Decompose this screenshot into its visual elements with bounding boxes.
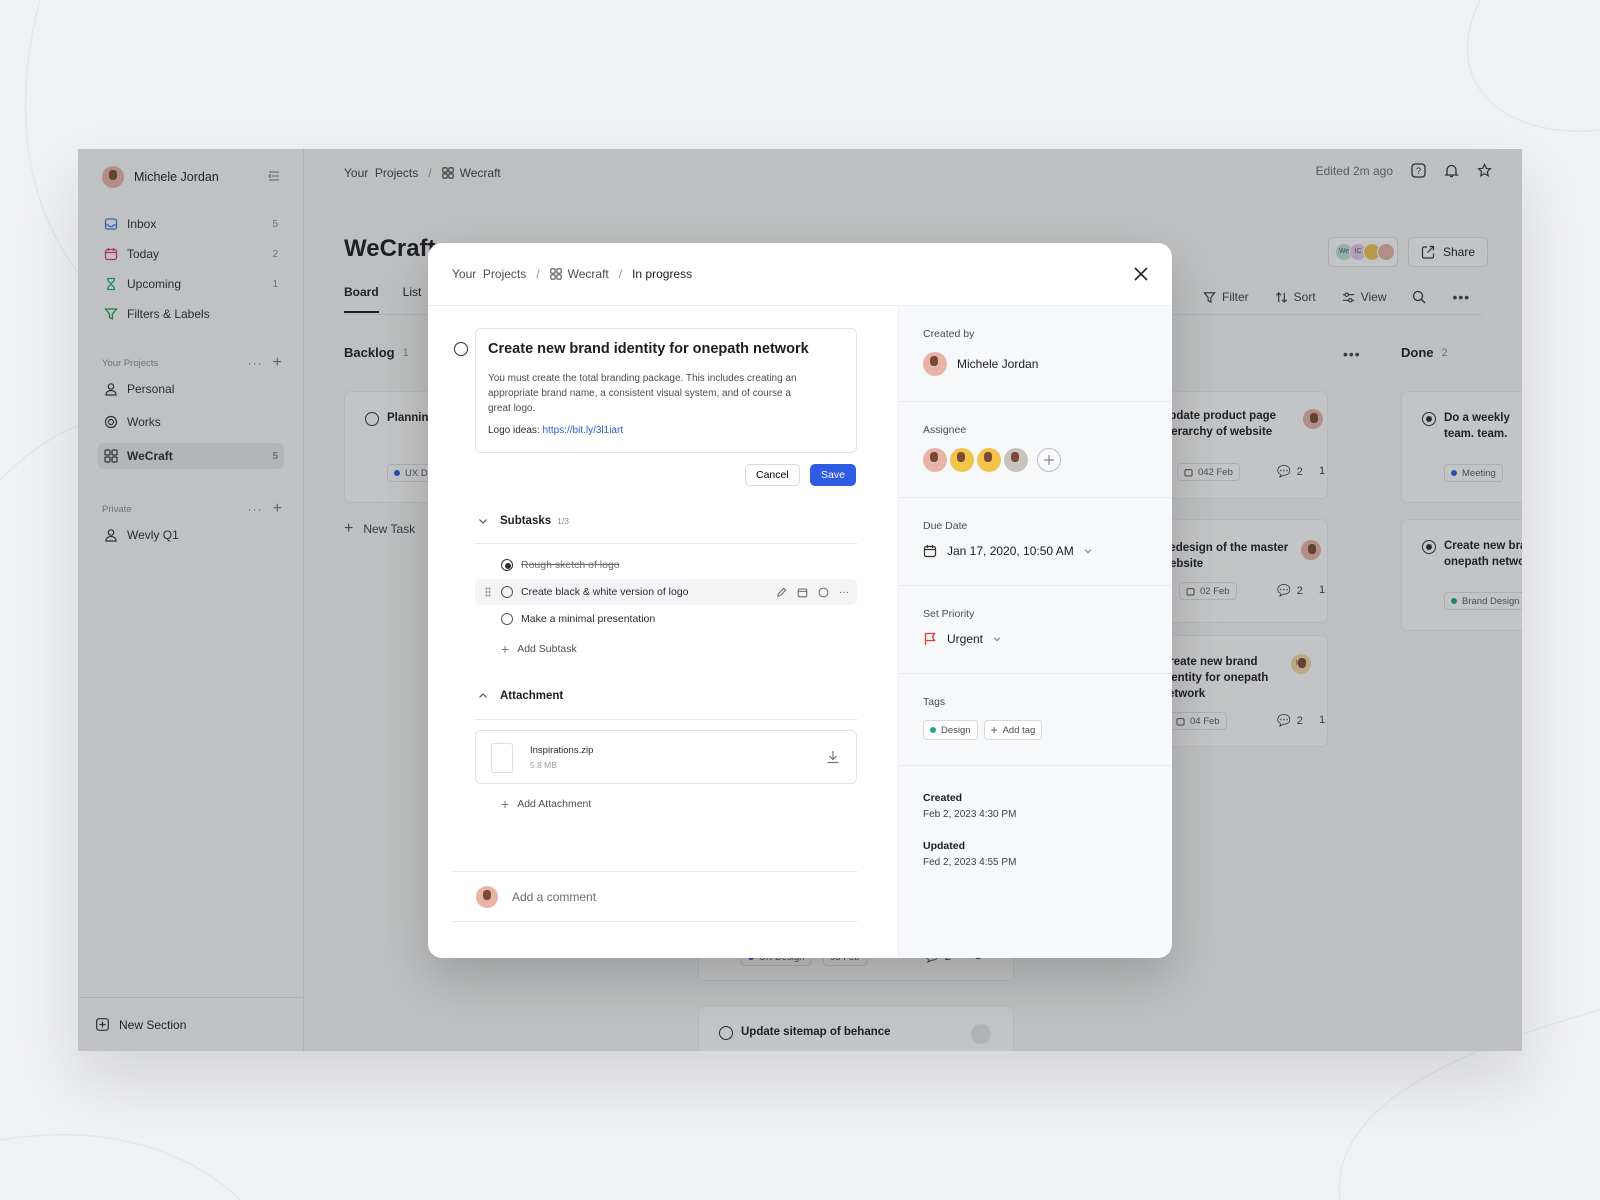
priority-value: Urgent (947, 632, 984, 646)
due-date-value: Jan 17, 2020, 10:50 AM (947, 544, 1074, 558)
comment-input[interactable]: Add a comment (452, 871, 857, 922)
calendar-icon (923, 545, 937, 558)
breadcrumb-separator: / (618, 267, 623, 281)
ideas-link[interactable]: https://bit.ly/3l1iart (543, 425, 624, 436)
creator: Michele Jordan (923, 352, 1172, 376)
updated-label: Updated (923, 840, 965, 852)
subtask-checkbox[interactable] (501, 586, 513, 598)
attachment-header[interactable]: Attachment (478, 690, 563, 702)
task-details-panel: Created by Michele Jordan Assignee Due D… (898, 306, 1172, 958)
avatar[interactable] (1004, 448, 1028, 472)
tag-dot (930, 727, 936, 733)
created-label: Created (923, 792, 963, 804)
tags-section: Tags Design + Add tag (899, 674, 1172, 766)
subtask-checkbox-done[interactable] (501, 559, 513, 571)
add-subtask-label: Add Subtask (517, 643, 577, 655)
plus-icon: + (990, 723, 998, 737)
cancel-button[interactable]: Cancel (745, 464, 800, 486)
task-detail-modal: Your Projects / Wecraft / In progress Cr… (428, 243, 1172, 958)
add-assignee-button[interactable] (1037, 448, 1061, 472)
attachment-size: 5.8 MB (530, 760, 557, 770)
subtask-item[interactable]: Rough sketch of logo (475, 552, 857, 578)
chevron-down-icon (1084, 549, 1091, 554)
due-date-label: Due Date (923, 520, 968, 532)
priority-label: Set Priority (923, 608, 975, 620)
comment-placeholder: Add a comment (512, 889, 597, 904)
subtask-label: Rough sketch of logo (521, 559, 620, 571)
comment-icon[interactable] (818, 587, 829, 598)
task-editor[interactable]: Create new brand identity for onepath ne… (475, 328, 857, 453)
divider (475, 543, 857, 544)
breadcrumb-status[interactable]: In progress (632, 267, 692, 281)
due-date-section: Due Date Jan 17, 2020, 10:50 AM (899, 498, 1172, 586)
subtask-label: Create black & white version of logo (521, 586, 689, 598)
modal-breadcrumb: Your Projects / Wecraft / In progress (428, 243, 1172, 306)
attachment-file[interactable]: Inspirations.zip 5.8 MB (475, 730, 857, 784)
subtasks-title: Subtasks (500, 515, 552, 527)
add-attachment-label: Add Attachment (517, 798, 592, 810)
flag-icon (924, 632, 936, 645)
priority-select[interactable]: Urgent (923, 632, 1172, 646)
task-complete-checkbox[interactable] (454, 342, 468, 356)
logo-ideas-line: Logo ideas: https://bit.ly/3l1iart (488, 425, 844, 436)
subtask-item[interactable]: Create black & white version of logo ··· (475, 579, 857, 605)
task-description[interactable]: You must create the total branding packa… (488, 371, 813, 416)
assignee-label: Assignee (923, 424, 967, 436)
grid-icon (549, 268, 562, 280)
created-value: Feb 2, 2023 4:30 PM (923, 809, 1017, 820)
creator-name: Michele Jordan (957, 357, 1039, 371)
task-title[interactable]: Create new brand identity for onepath ne… (488, 341, 844, 357)
subtask-tools: ··· (776, 587, 857, 598)
avatar[interactable] (923, 448, 947, 472)
plus-icon: + (501, 641, 510, 657)
breadcrumb-separator: / (536, 267, 540, 281)
download-icon[interactable] (826, 750, 840, 764)
zip-file-icon (491, 743, 513, 773)
subtask-checkbox[interactable] (501, 613, 513, 625)
avatar (476, 885, 498, 908)
drag-handle-icon[interactable] (485, 587, 491, 597)
breadcrumb-wecraft[interactable]: Wecraft (568, 267, 609, 281)
save-button[interactable]: Save (810, 464, 856, 486)
add-tag-label: Add tag (1002, 724, 1036, 736)
close-icon[interactable] (1134, 267, 1148, 281)
edit-icon[interactable] (776, 587, 787, 598)
due-date-picker[interactable]: Jan 17, 2020, 10:50 AM (923, 544, 1172, 558)
calendar-icon[interactable] (797, 587, 808, 598)
chevron-up-icon (479, 693, 487, 698)
tag-label: Design (941, 724, 971, 736)
assignee-list (923, 448, 1172, 472)
subtask-label: Make a minimal presentation (521, 613, 656, 625)
avatar[interactable] (977, 448, 1001, 472)
assignee-section: Assignee (899, 402, 1172, 498)
plus-icon (1044, 455, 1054, 465)
subtasks-header[interactable]: Subtasks 1/3 (478, 515, 569, 527)
add-tag-button[interactable]: + Add tag (983, 720, 1043, 740)
tag-chip[interactable]: Design (923, 720, 978, 740)
tags-label: Tags (923, 696, 946, 708)
add-attachment-button[interactable]: + Add Attachment (501, 796, 591, 812)
subtasks-progress: 1/3 (557, 516, 569, 526)
avatar[interactable] (950, 448, 974, 472)
created-by-label: Created by (923, 328, 975, 340)
chevron-down-icon (993, 637, 1001, 642)
updated-info: Updated Fed 2, 2023 4:55 PM (923, 840, 1016, 868)
updated-value: Fed 2, 2023 4:55 PM (923, 857, 1017, 868)
subtask-item[interactable]: Make a minimal presentation (475, 606, 857, 632)
breadcrumb-projects[interactable]: Your Projects (452, 267, 526, 281)
priority-section: Set Priority Urgent (899, 586, 1172, 674)
chevron-down-icon (479, 519, 487, 524)
created-info: Created Feb 2, 2023 4:30 PM (923, 792, 1016, 820)
avatar (923, 352, 947, 376)
created-by-section: Created by Michele Jordan (899, 306, 1172, 402)
add-subtask-button[interactable]: + Add Subtask (501, 641, 577, 657)
divider (475, 719, 857, 720)
tag-list: Design + Add tag (923, 720, 1172, 740)
ideas-label: Logo ideas: (488, 425, 543, 436)
more-icon[interactable]: ··· (839, 587, 849, 598)
plus-icon: + (501, 796, 510, 812)
attachment-name: Inspirations.zip (530, 745, 594, 756)
task-main-panel: Create new brand identity for onepath ne… (428, 306, 898, 958)
attachment-title: Attachment (500, 690, 564, 702)
